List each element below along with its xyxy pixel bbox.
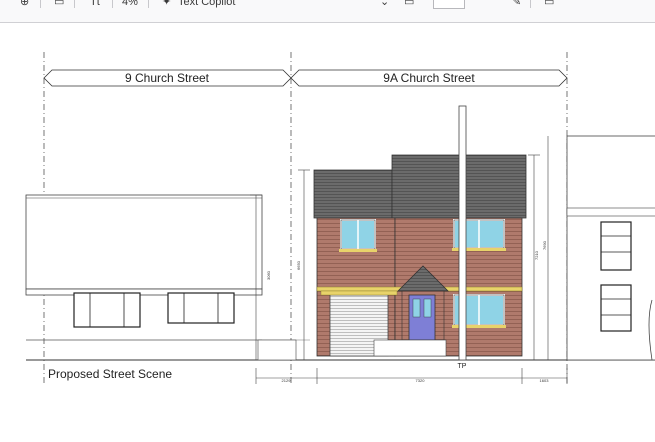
drawing-caption: Proposed Street Scene (48, 367, 172, 381)
pages-icon[interactable]: ▭ (544, 0, 554, 10)
drawing-canvas: 9 Church Street 9A Church Street 3060 TP… (0, 23, 655, 437)
roof-left (313, 169, 393, 219)
chevron-up-icon[interactable]: ⌃ (484, 0, 493, 10)
plot-label-right: 9A Church Street (290, 69, 568, 87)
draw-icon[interactable]: ✎ (512, 0, 521, 10)
bungalow-window-left (73, 292, 141, 328)
toolbar-divider (148, 0, 149, 8)
zoom-level[interactable]: 4% (122, 0, 138, 10)
text-copilot-button[interactable]: Text Copilot (178, 0, 235, 10)
nav-icon[interactable]: ⊕ (20, 0, 29, 10)
dim-house-left-text: 6650 (296, 260, 301, 270)
chevron-down-icon[interactable]: ⌄ (380, 0, 389, 10)
dim-house-right-text: 7210 (534, 250, 539, 260)
bungalow (25, 194, 297, 361)
dim-far-right-text: 7690 (542, 240, 547, 250)
telegraph-pole (458, 105, 467, 361)
dim-bungalow-text: 3060 (266, 270, 271, 280)
toolbar-divider (40, 0, 41, 8)
bungalow-window-right (167, 292, 235, 324)
dim-bottom-1-text: 2129 (282, 378, 292, 383)
neighbour-window-upper (600, 221, 632, 271)
neighbour-window-lower (600, 284, 632, 332)
dim-bottom-2-text: 7320 (416, 378, 426, 383)
toolbar-divider (112, 0, 113, 8)
plot-label-left: 9 Church Street (43, 69, 292, 87)
tp-label: TP (458, 363, 467, 370)
page-view-icon[interactable]: ▭ (404, 0, 414, 10)
text-size-icon[interactable]: Tt (90, 0, 100, 10)
page-icon[interactable]: ▭ (54, 0, 64, 10)
neighbour-house (566, 135, 655, 361)
copilot-icon[interactable]: ✦ (162, 0, 171, 10)
label-9a-church-street: 9A Church Street (383, 71, 475, 85)
new-house (313, 154, 527, 357)
dim-bottom-3-text: 1603 (540, 378, 550, 383)
street-scene-drawing: 9 Church Street 9A Church Street 3060 TP… (25, 52, 655, 385)
label-9-church-street: 9 Church Street (125, 71, 210, 85)
page-number-input[interactable] (433, 0, 465, 9)
toolbar-divider (530, 0, 531, 8)
toolbar-divider (74, 0, 75, 8)
viewer-toolbar: ⊕ ▭ Tt 4% ✦ Text Copilot ⌄ ▭ ⌃ ✎ ▭ (0, 0, 655, 23)
dim-bottom (255, 368, 568, 384)
